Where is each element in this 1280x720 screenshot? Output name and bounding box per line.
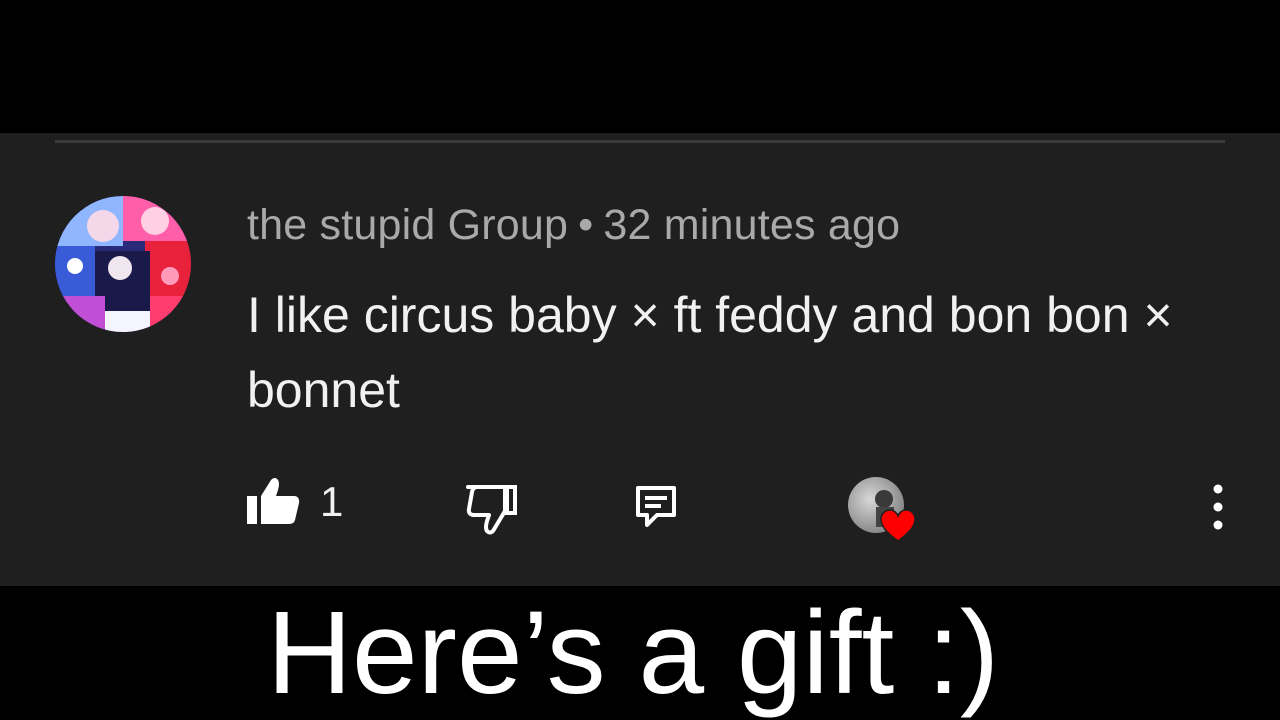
creator-heart-badge[interactable] <box>848 477 920 547</box>
caption-band: Here’s a gift :) <box>0 586 1280 720</box>
heart-icon <box>880 509 916 542</box>
top-black-band <box>0 0 1280 133</box>
like-count: 1 <box>320 478 344 525</box>
comment-action-bar: 1 <box>0 473 1280 553</box>
video-caption: Here’s a gift :) <box>266 587 1000 719</box>
comment-timestamp[interactable]: 32 minutes ago <box>603 201 900 249</box>
vertical-dots-icon[interactable] <box>1206 483 1230 531</box>
thumbs-up-icon[interactable] <box>245 476 301 526</box>
author-name[interactable]: the stupid Group <box>247 201 568 249</box>
meta-separator: • <box>578 201 594 249</box>
comment-card: the stupid Group • 32 minutes ago I like c… <box>0 133 1280 586</box>
comment-meta: the stupid Group • 32 minutes ago <box>247 201 900 250</box>
thumbs-down-icon[interactable] <box>465 483 519 535</box>
divider <box>55 140 1225 143</box>
avatar-art <box>55 196 191 332</box>
comment-text: I like circus baby × ft feddy and bon bo… <box>247 287 1173 418</box>
reply-comment-icon[interactable] <box>635 485 677 529</box>
author-avatar[interactable] <box>55 196 191 332</box>
